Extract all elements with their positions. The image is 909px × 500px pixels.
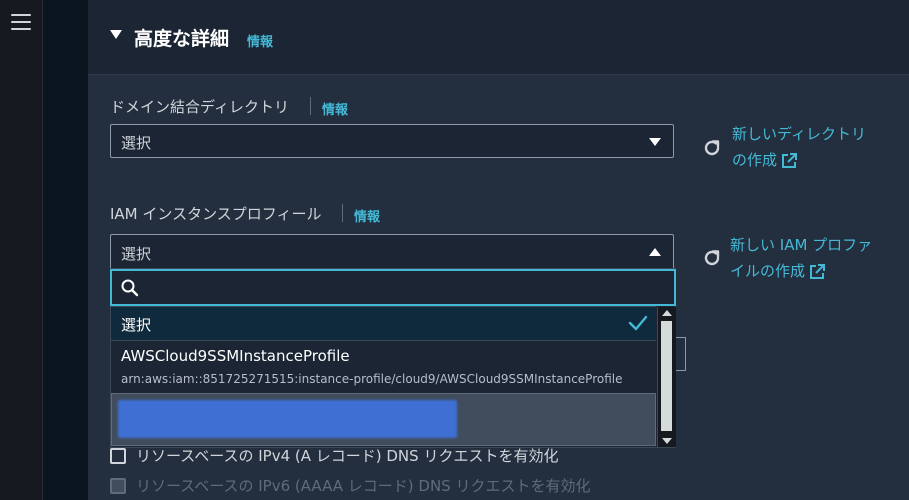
chevron-down-icon	[649, 138, 661, 146]
create-directory-link-line1: 新しいディレクトリ	[732, 125, 866, 143]
scrollbar-thumb[interactable]	[661, 321, 672, 431]
option-description: arn:aws:iam::851725271515:instance-profi…	[121, 372, 623, 386]
create-directory-link-line2: の作成	[732, 151, 778, 169]
create-iam-profile-link-line2: イルの作成	[730, 262, 806, 280]
redacted-block	[118, 400, 457, 438]
iam-profile-select[interactable]: 選択	[110, 234, 674, 270]
side-gutter	[43, 0, 88, 500]
dropdown-scrollbar[interactable]	[657, 307, 676, 447]
ipv4-dns-checkbox[interactable]	[110, 448, 126, 464]
label-separator	[310, 97, 311, 115]
navigation-rail	[0, 0, 43, 500]
section-title: 高度な詳細	[134, 28, 230, 50]
chevron-up-icon	[649, 248, 661, 256]
scroll-down-arrow-icon[interactable]	[662, 438, 672, 444]
check-icon	[628, 315, 648, 331]
create-iam-profile-link-line1: 新しい IAM プロファ	[730, 236, 873, 254]
refresh-icon[interactable]	[702, 138, 722, 158]
ipv6-dns-checkbox	[110, 478, 126, 494]
iam-profile-select-value: 選択	[121, 245, 152, 263]
menu-icon[interactable]	[11, 14, 31, 32]
domain-join-select-value: 選択	[121, 134, 152, 152]
option-label: 選択	[121, 316, 152, 334]
ipv6-dns-label: リソースベースの IPv6 (AAAA レコード) DNS リクエストを有効化	[136, 477, 591, 495]
section-info-link[interactable]: 情報	[247, 31, 273, 50]
domain-join-select[interactable]: 選択	[110, 124, 674, 158]
search-icon	[121, 279, 139, 297]
domain-join-label: ドメイン結合ディレクトリ	[110, 98, 289, 116]
ipv4-dns-label: リソースベースの IPv4 (A レコード) DNS リクエストを有効化	[136, 447, 559, 465]
scroll-up-arrow-icon[interactable]	[662, 310, 672, 316]
dropdown-option-profile[interactable]: AWSCloud9SSMInstanceProfile arn:aws:iam:…	[111, 342, 656, 392]
external-link-icon	[782, 152, 798, 168]
obscured-input-edge	[676, 337, 686, 371]
label-separator	[342, 204, 343, 222]
refresh-icon[interactable]	[702, 248, 722, 268]
external-link-icon	[810, 263, 826, 279]
domain-join-info-link[interactable]: 情報	[322, 99, 348, 118]
iam-profile-info-link[interactable]: 情報	[354, 206, 380, 225]
dropdown-search-input[interactable]	[110, 269, 676, 306]
option-label: AWSCloud9SSMInstanceProfile	[121, 347, 350, 365]
create-directory-link[interactable]: 新しいディレクトリ の作成	[732, 121, 866, 173]
create-iam-profile-link[interactable]: 新しい IAM プロファ イルの作成	[730, 232, 872, 284]
dropdown-option-redacted[interactable]	[111, 393, 656, 446]
expand-caret-icon[interactable]	[110, 30, 122, 39]
dropdown-option-select[interactable]: 選択	[111, 306, 656, 341]
iam-profile-label: IAM インスタンスプロフィール	[110, 205, 322, 223]
